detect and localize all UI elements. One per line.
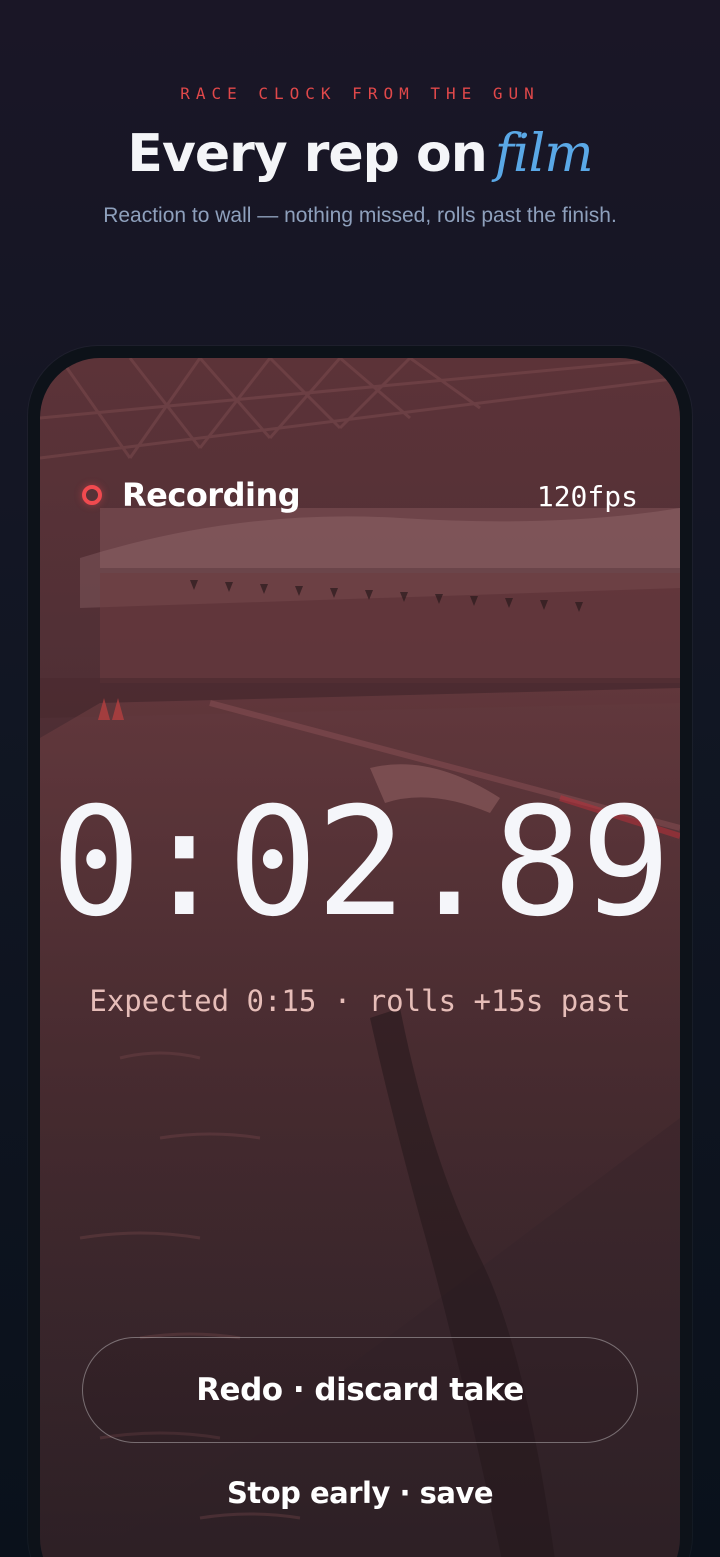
page-subtitle: Reaction to wall — nothing missed, rolls… (103, 204, 617, 227)
eyebrow-label: RACE CLOCK FROM THE GUN (180, 84, 540, 103)
title-main: Every rep on (127, 124, 487, 184)
camera-preview: Recording 120fps 0:02.89 Expected 0:15 ·… (40, 358, 680, 1557)
frame-rate-label: 120fps (536, 480, 638, 513)
recording-indicator: Recording (82, 476, 301, 514)
redo-discard-button[interactable]: Redo · discard take (82, 1337, 638, 1443)
title-accent: film (494, 124, 594, 184)
expected-duration-note: Expected 0:15 · rolls +15s past (89, 984, 631, 1018)
recording-label: Recording (122, 476, 301, 514)
page-title: Every rep on film (0, 124, 720, 184)
elapsed-timer: 0:02.89 (50, 776, 671, 950)
stop-early-save-button[interactable]: Stop early · save (40, 1476, 680, 1510)
record-dot-icon (82, 485, 102, 505)
page: RACE CLOCK FROM THE GUN Every rep on film… (0, 0, 720, 1557)
